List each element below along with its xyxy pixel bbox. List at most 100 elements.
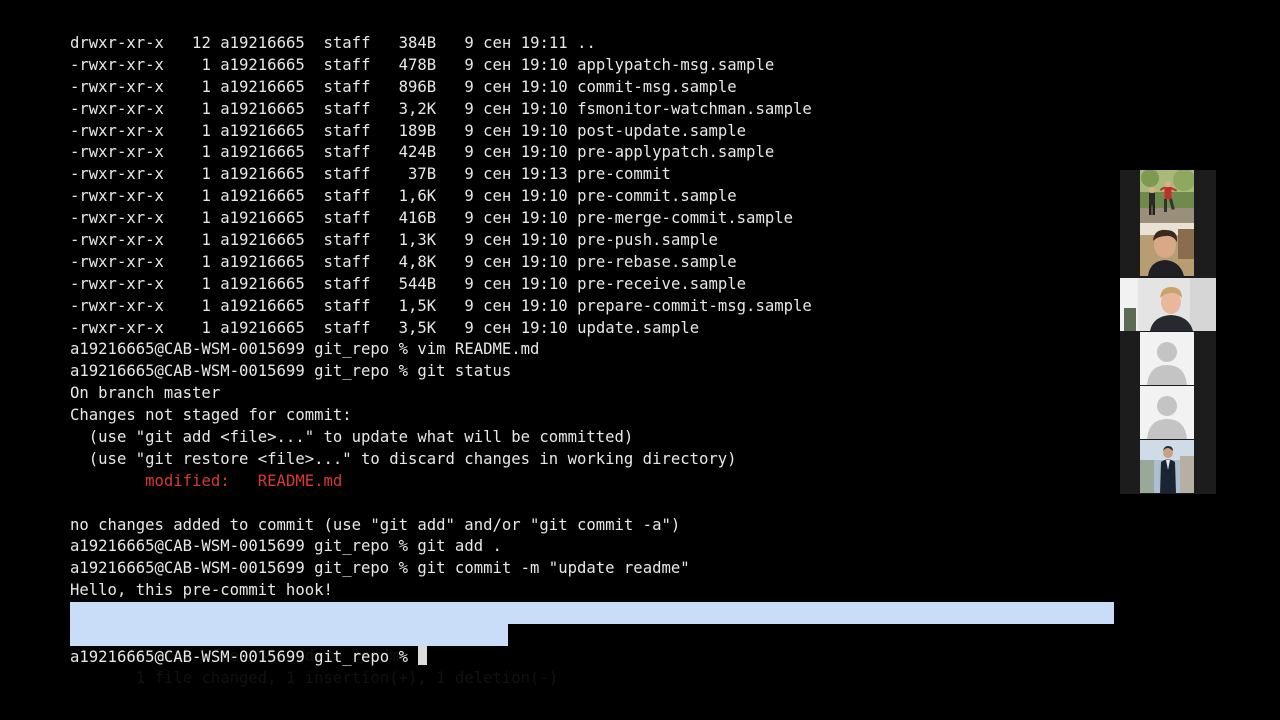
ls-owner: a19216665 <box>220 209 305 228</box>
participant-tile-3[interactable] <box>1120 278 1216 331</box>
commit-stats-text: 1 file changed, 1 insertion(+), 1 deleti… <box>135 668 559 687</box>
ls-name: pre-commit <box>577 165 671 184</box>
participant-tile-5[interactable] <box>1140 386 1194 439</box>
video-participants-panel <box>1120 170 1216 494</box>
modified-file: README.md <box>257 471 343 490</box>
ls-day: 9 <box>454 34 474 52</box>
ls-name: applypatch-msg.sample <box>577 55 775 74</box>
ls-time: 19:10 <box>520 55 568 74</box>
ls-links: 1 <box>182 318 211 337</box>
ls-owner: a19216665 <box>220 99 305 118</box>
ls-size: 424B <box>389 143 437 162</box>
ls-row: -rwxr-xr-x 1 a19216665 staff 3,5K 9 сен … <box>70 318 1120 340</box>
ls-output: drwxr-xr-x 12 a19216665 staff 384B 9 сен… <box>70 33 1120 339</box>
ls-time: 19:10 <box>520 252 568 271</box>
ls-time: 19:10 <box>520 231 568 250</box>
status-branch: On branch master <box>70 384 221 403</box>
prompt-line-add: a19216665@CAB-WSM-0015699 git_repo % git… <box>70 536 1120 558</box>
ls-day: 9 <box>454 209 474 228</box>
ls-month: сен <box>483 187 512 206</box>
ls-row: -rwxr-xr-x 1 a19216665 staff 189B 9 сен … <box>70 121 1120 143</box>
ls-group: staff <box>323 209 371 228</box>
ls-name: pre-merge-commit.sample <box>577 209 793 228</box>
ls-perms: drwxr-xr-x <box>70 34 164 52</box>
commit-stats-line[interactable]: 1 file changed, 1 insertion(+), 1 deleti… <box>70 624 1120 687</box>
ls-row: -rwxr-xr-x 1 a19216665 staff 544B 9 сен … <box>70 274 1120 296</box>
ls-time: 19:13 <box>520 165 568 184</box>
ls-row: -rwxr-xr-x 1 a19216665 staff 478B 9 сен … <box>70 55 1120 77</box>
ls-group: staff <box>323 121 371 140</box>
hint-restore-text: (use "git restore <file>..." to discard … <box>88 449 737 468</box>
ls-name: fsmonitor-watchman.sample <box>577 99 812 118</box>
ls-day: 9 <box>454 187 474 206</box>
ls-name: pre-applypatch.sample <box>577 143 775 162</box>
ls-owner: a19216665 <box>220 187 305 206</box>
selection-highlight <box>70 602 1114 625</box>
ls-row: -rwxr-xr-x 1 a19216665 staff 1,3K 9 сен … <box>70 230 1120 252</box>
modified-label: modified: <box>145 471 230 490</box>
ls-day: 9 <box>454 99 474 118</box>
prompt-line-current[interactable]: a19216665@CAB-WSM-0015699 git_repo % <box>70 645 1120 668</box>
prompt-line-vim: a19216665@CAB-WSM-0015699 git_repo % vim… <box>70 339 1120 361</box>
ls-time: 19:11 <box>520 34 568 52</box>
command-status: git status <box>417 362 512 381</box>
ls-name: update.sample <box>577 318 700 337</box>
ls-links: 1 <box>182 121 211 140</box>
ls-day: 9 <box>454 165 474 184</box>
ls-perms: -rwxr-xr-x <box>70 143 164 162</box>
ls-owner: a19216665 <box>220 34 305 52</box>
ls-group: staff <box>323 231 371 250</box>
ls-owner: a19216665 <box>220 77 305 96</box>
ls-links: 1 <box>182 77 211 96</box>
ls-perms: -rwxr-xr-x <box>70 55 164 74</box>
participant-tile-6[interactable] <box>1140 440 1194 493</box>
ls-day: 9 <box>454 231 474 250</box>
ls-month: сен <box>483 77 512 96</box>
ls-perms: -rwxr-xr-x <box>70 77 164 96</box>
ls-name: pre-push.sample <box>577 231 718 250</box>
screen: drwxr-xr-x 12 a19216665 staff 384B 9 сен… <box>0 0 1280 720</box>
ls-month: сен <box>483 55 512 74</box>
participant-video-man-icon <box>1140 223 1194 276</box>
participant-tile-1[interactable] <box>1140 170 1194 223</box>
terminal-window[interactable]: drwxr-xr-x 12 a19216665 staff 384B 9 сен… <box>70 33 1120 687</box>
ls-time: 19:10 <box>520 209 568 228</box>
ls-time: 19:10 <box>520 99 568 118</box>
ls-size: 544B <box>389 274 437 293</box>
status-modified-line: modified: README.md <box>70 471 1120 493</box>
ls-owner: a19216665 <box>220 318 305 337</box>
ls-group: staff <box>323 187 371 206</box>
ls-group: staff <box>323 318 371 337</box>
ls-month: сен <box>483 209 512 228</box>
ls-month: сен <box>483 231 512 250</box>
participant-tile-2[interactable] <box>1140 223 1194 276</box>
ls-size: 896B <box>389 77 437 96</box>
ls-perms: -rwxr-xr-x <box>70 187 164 206</box>
avatar-placeholder-icon <box>1140 386 1194 439</box>
ls-owner: a19216665 <box>220 165 305 184</box>
command-commit: git commit -m "update readme" <box>417 559 690 578</box>
ls-name: commit-msg.sample <box>577 77 737 96</box>
participant-tile-4[interactable] <box>1140 332 1194 385</box>
ls-row: -rwxr-xr-x 1 a19216665 staff 416B 9 сен … <box>70 208 1120 230</box>
ls-links: 1 <box>182 99 211 118</box>
participant-video-outdoor-icon <box>1140 170 1194 223</box>
ls-day: 9 <box>454 296 474 315</box>
status-summary: no changes added to commit (use "git add… <box>70 515 681 534</box>
ls-row: -rwxr-xr-x 1 a19216665 staff 4,8K 9 сен … <box>70 252 1120 274</box>
ls-links: 1 <box>182 296 211 315</box>
ls-group: staff <box>323 296 371 315</box>
commit-result-line[interactable]: [master 3f3e859] update readme <box>70 602 1120 665</box>
terminal-cursor[interactable] <box>418 645 428 665</box>
commit-stats: 1 file changed, 1 insertion(+), 1 deleti… <box>126 669 558 687</box>
ls-owner: a19216665 <box>220 55 305 74</box>
ls-links: 1 <box>182 252 211 271</box>
status-hint-add: (use "git add <file>..." to update what … <box>70 427 1120 449</box>
prompt: a19216665@CAB-WSM-0015699 git_repo % <box>70 647 408 666</box>
ls-name: pre-commit.sample <box>577 187 737 206</box>
ls-month: сен <box>483 143 512 162</box>
ls-day: 9 <box>454 77 474 96</box>
ls-perms: -rwxr-xr-x <box>70 209 164 228</box>
ls-time: 19:10 <box>520 318 568 337</box>
ls-group: staff <box>323 143 371 162</box>
